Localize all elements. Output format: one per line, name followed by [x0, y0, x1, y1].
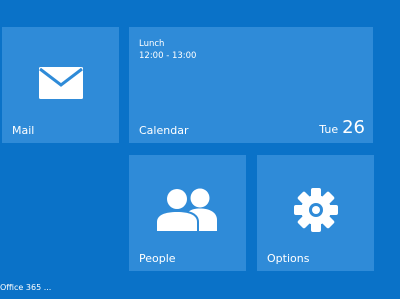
calendar-event-title: Lunch [139, 39, 165, 49]
calendar-day-number: 26 [342, 117, 365, 138]
people-tile-label: People [139, 252, 176, 265]
calendar-day-name: Tue [319, 123, 339, 136]
options-tile[interactable]: Options [257, 155, 374, 271]
people-tile[interactable]: People [129, 155, 246, 271]
people-icon [154, 187, 221, 235]
gear-icon [293, 187, 339, 237]
calendar-tile-label: Calendar [139, 124, 189, 137]
office365-link[interactable]: Office 365 ... [0, 283, 51, 293]
envelope-icon [38, 67, 83, 103]
options-tile-label: Options [267, 252, 310, 265]
mail-tile-label: Mail [12, 124, 35, 137]
calendar-event: Lunch 12:00 - 13:00 [139, 38, 196, 62]
calendar-tile[interactable]: Lunch 12:00 - 13:00 Calendar Tue 26 [129, 27, 373, 143]
calendar-date: Tue 26 [319, 118, 365, 138]
mail-tile[interactable]: Mail [2, 27, 119, 143]
calendar-event-time: 12:00 - 13:00 [139, 51, 197, 61]
